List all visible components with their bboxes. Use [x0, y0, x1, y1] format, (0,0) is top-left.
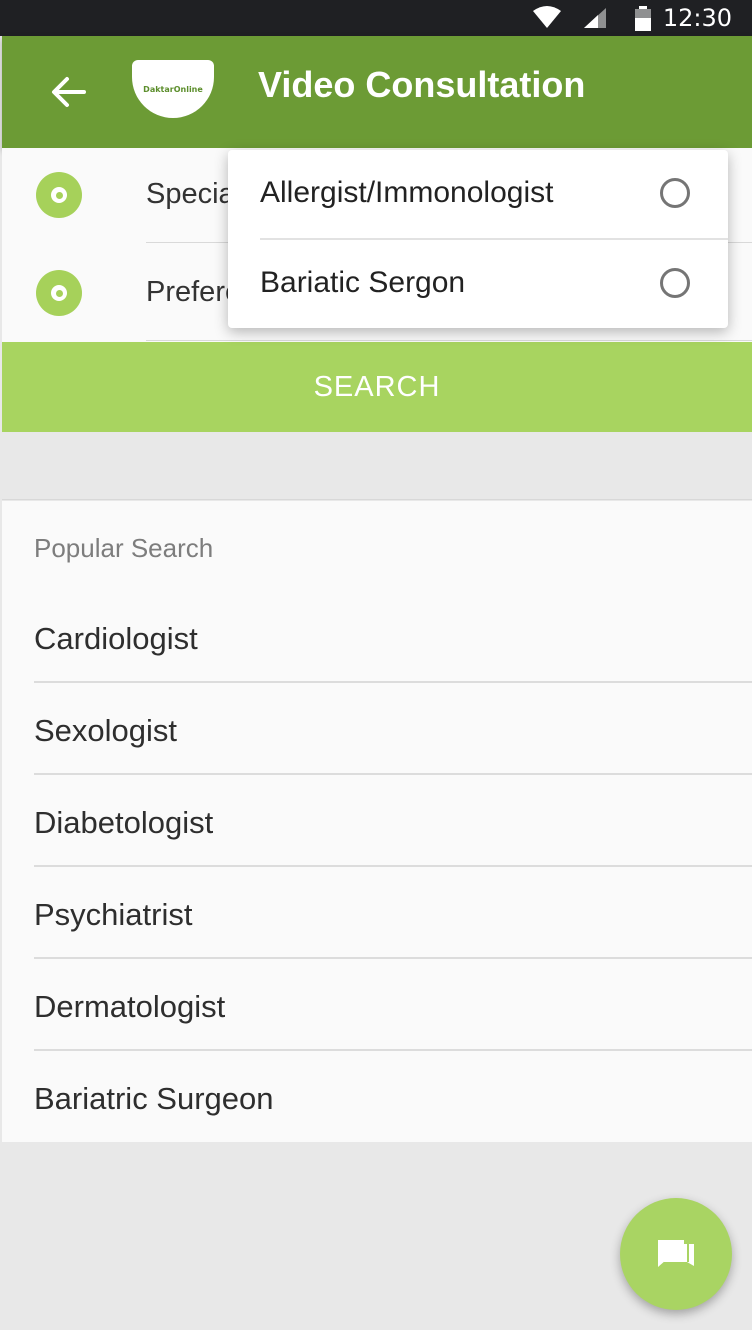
dropdown-option-label: Bariatic Sergon — [260, 266, 466, 299]
list-item-label: Psychiatrist — [34, 897, 193, 932]
list-item[interactable]: Diabetologist — [2, 775, 752, 867]
list-item[interactable]: Cardiologist — [2, 591, 752, 683]
preference-radio[interactable] — [36, 270, 82, 316]
page-title: Video Consultation — [258, 64, 586, 105]
status-time: 12:30 — [662, 4, 732, 32]
arrow-left-icon — [52, 77, 86, 107]
battery-icon — [635, 6, 651, 31]
status-bar: 12:30 — [0, 0, 752, 36]
back-button[interactable] — [46, 72, 90, 112]
spacer — [2, 432, 752, 500]
preference-label: Preference — [146, 276, 230, 308]
list-item-label: Dermatologist — [34, 989, 226, 1024]
logo-text: DaktarOnline — [143, 84, 203, 94]
list-item[interactable]: Sexologist — [2, 683, 752, 775]
list-item[interactable]: Dermatologist — [2, 959, 752, 1051]
specialization-label: Specialization — [146, 178, 230, 210]
cell-signal-icon — [584, 8, 606, 28]
dropdown-option-label: Allergist/Immonologist — [260, 176, 554, 209]
list-item-label: Sexologist — [34, 713, 178, 748]
search-button[interactable]: SEARCH — [2, 342, 752, 432]
app-logo: DaktarOnline — [132, 60, 214, 118]
list-item-label: Cardiologist — [34, 621, 198, 656]
specialization-radio[interactable] — [36, 172, 82, 218]
popular-search-section: Popular Search Cardiologist Sexologist D… — [2, 501, 752, 1142]
list-item-label: Bariatric Surgeon — [34, 1081, 274, 1116]
list-item[interactable]: Bariatric Surgeon — [2, 1051, 752, 1143]
chat-fab-button[interactable] — [620, 1198, 732, 1310]
option-radio[interactable] — [660, 178, 690, 208]
list-item-label: Diabetologist — [34, 805, 214, 840]
wifi-icon — [533, 6, 561, 28]
dropdown-option[interactable]: Allergist/Immonologist — [228, 150, 728, 239]
divider — [146, 340, 752, 341]
option-radio[interactable] — [660, 268, 690, 298]
dropdown-option[interactable]: Bariatic Sergon — [228, 240, 728, 329]
popular-search-heading: Popular Search — [34, 533, 214, 563]
chat-bubbles-icon — [658, 1240, 694, 1267]
list-item[interactable]: Psychiatrist — [2, 867, 752, 959]
specialization-dropdown: Allergist/Immonologist Bariatic Sergon — [228, 150, 728, 328]
app-bar: DaktarOnline Video Consultation — [2, 36, 752, 148]
